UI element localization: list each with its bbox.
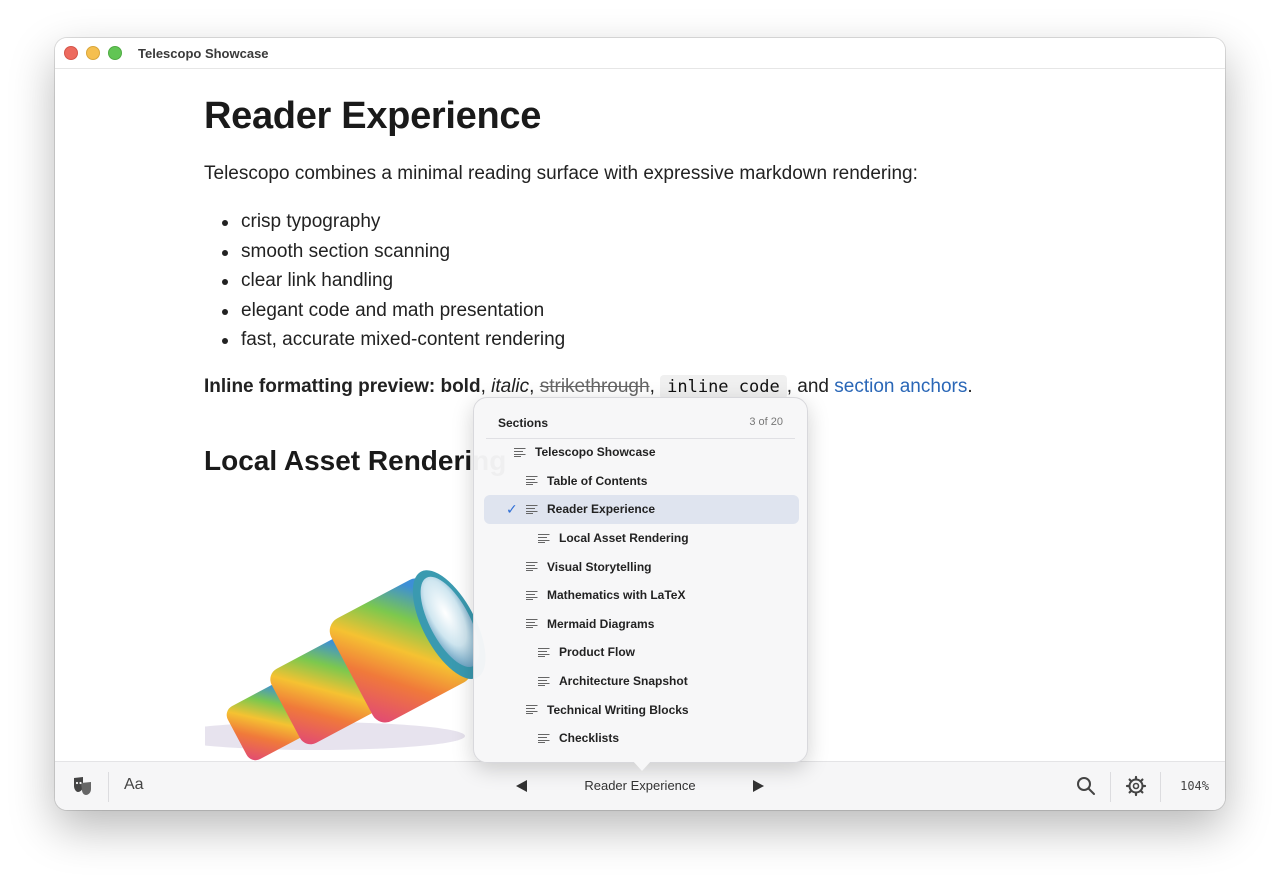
section-item-label: Local Asset Rendering (559, 531, 689, 546)
italic-text: italic (491, 376, 530, 397)
section-item-label: Telescopo Showcase (535, 445, 656, 460)
text-lines-icon (538, 647, 550, 657)
inline-code: inline code (660, 375, 787, 399)
title-bar[interactable]: Telescopo Showcase (55, 38, 1225, 69)
text-lines-icon (526, 705, 538, 715)
text-lines-icon (538, 533, 550, 543)
section-item[interactable]: Checklists (484, 724, 799, 753)
toolbar-divider (1160, 772, 1161, 802)
section-item[interactable]: Architecture Snapshot (484, 667, 799, 696)
theater-masks-icon[interactable] (71, 774, 95, 798)
text-lines-icon (526, 504, 538, 514)
zoom-level[interactable]: 104% (1180, 779, 1209, 793)
sections-list: Telescopo Showcase Table of Contents ✓ Read… (484, 438, 799, 753)
list-item: clear link handling (204, 268, 565, 298)
separator: , (649, 376, 661, 397)
font-settings-button[interactable]: Aa (124, 776, 144, 794)
toolbar-divider (1110, 772, 1111, 802)
text-lines-icon (526, 562, 538, 572)
bold-text: Inline formatting preview: bold (204, 376, 481, 397)
list-item: crisp typography (204, 209, 565, 239)
toolbar-divider (108, 772, 109, 802)
section-item[interactable]: ✓ Reader Experience (484, 495, 799, 524)
text-lines-icon (538, 733, 550, 743)
section-item-label: Mermaid Diagrams (547, 616, 655, 631)
list-item: smooth section scanning (204, 239, 565, 269)
prev-section-icon[interactable] (514, 778, 528, 794)
text-lines-icon (514, 447, 526, 457)
section-item-label: Table of Contents (547, 473, 648, 488)
section-item[interactable]: Telescopo Showcase (484, 438, 799, 467)
intro-paragraph: Telescopo combines a minimal reading sur… (204, 163, 918, 184)
separator: , (529, 376, 540, 397)
close-window-button[interactable] (64, 46, 78, 60)
section-item[interactable]: Local Asset Rendering (484, 524, 799, 553)
settings-gear-icon[interactable] (1124, 774, 1148, 798)
strikethrough-text: strikethrough (539, 376, 650, 397)
section-item[interactable]: Visual Storytelling (484, 552, 799, 581)
section-item-label: Technical Writing Blocks (547, 702, 689, 717)
section-item[interactable]: Mathematics with LaTeX (484, 581, 799, 610)
document-heading: Reader Experience (204, 95, 542, 137)
section-item-label: Architecture Snapshot (559, 674, 688, 689)
section-item-label: Mathematics with LaTeX (547, 588, 686, 603)
minimize-window-button[interactable] (86, 46, 100, 60)
separator: , and (786, 376, 835, 397)
zoom-window-button[interactable] (108, 46, 122, 60)
inline-formatting-paragraph: Inline formatting preview: bold, italic,… (204, 375, 973, 399)
section-item-label: Visual Storytelling (547, 559, 652, 574)
text-lines-icon (526, 619, 538, 629)
text-lines-icon (526, 590, 538, 600)
section-item-label: Reader Experience (547, 502, 656, 517)
section-item[interactable]: Technical Writing Blocks (484, 695, 799, 724)
popover-arrow (632, 760, 652, 771)
checkmark-icon: ✓ (506, 501, 518, 518)
list-item: fast, accurate mixed-content rendering (204, 327, 565, 357)
popover-title: Sections (498, 416, 549, 430)
section-item-label: Product Flow (559, 645, 635, 660)
section-item[interactable]: Product Flow (484, 638, 799, 667)
search-icon[interactable] (1074, 774, 1098, 798)
section-item-label: Checklists (559, 731, 620, 746)
separator: , (480, 376, 492, 397)
text-lines-icon (526, 476, 538, 486)
current-section-button[interactable]: Reader Experience (535, 778, 745, 793)
next-section-icon[interactable] (752, 778, 766, 794)
sections-popover: Sections 3 of 20 Telescopo Showcase Table… (473, 397, 808, 763)
section-item[interactable]: Mermaid Diagrams (484, 610, 799, 639)
section-anchors-link[interactable]: section anchors (834, 376, 967, 397)
section-heading: Local Asset Rendering (204, 445, 507, 476)
window-title: Telescopo Showcase (138, 46, 269, 61)
list-item: elegant code and math presentation (204, 298, 565, 328)
text-lines-icon (538, 676, 550, 686)
section-item[interactable]: Table of Contents (484, 467, 799, 496)
feature-list: crisp typography smooth section scanning… (204, 209, 565, 357)
separator: . (967, 376, 973, 397)
section-count: 3 of 20 (749, 416, 783, 428)
